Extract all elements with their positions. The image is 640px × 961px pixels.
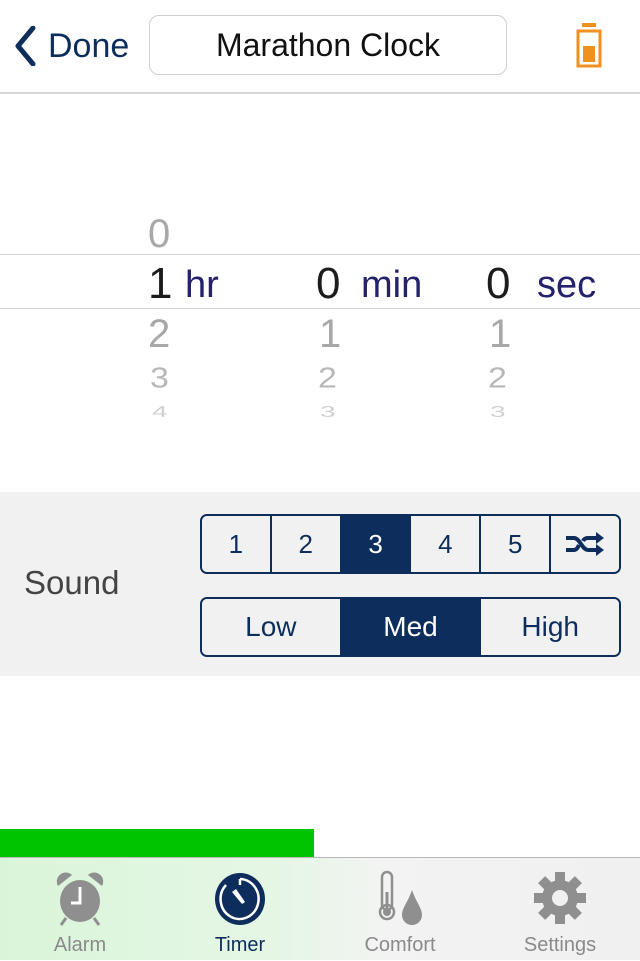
hours-option[interactable]: 0 <box>148 214 170 254</box>
selection-line-bottom <box>0 308 640 309</box>
seconds-selected[interactable]: 0 <box>486 262 510 306</box>
hours-unit: hr <box>185 264 219 306</box>
sound-label: Sound <box>24 564 120 601</box>
tab-alarm[interactable]: Alarm <box>0 858 160 961</box>
volume-selector[interactable]: Low Med High <box>200 597 621 657</box>
timer-icon <box>215 873 265 925</box>
chevron-left-icon <box>15 26 36 66</box>
minutes-option[interactable]: 1 <box>319 314 341 354</box>
tab-settings[interactable]: Settings <box>480 858 640 961</box>
minutes-option[interactable]: 2 <box>318 364 337 393</box>
tone-option-4[interactable]: 4 <box>409 516 480 572</box>
volume-low[interactable]: Low <box>202 599 340 655</box>
minutes-unit: min <box>361 264 423 306</box>
page-title[interactable]: Marathon Clock <box>149 15 507 75</box>
tab-bar: Alarm Timer Comfort Settings <box>0 857 640 960</box>
shuffle-icon <box>566 532 605 556</box>
hours-option[interactable]: 4 <box>152 404 168 419</box>
alarm-clock-icon <box>56 872 104 926</box>
hours-selected[interactable]: 1 <box>148 262 172 306</box>
navigation-bar: Done Marathon Clock <box>0 0 640 94</box>
tone-option-2[interactable]: 2 <box>269 516 340 572</box>
sound-panel: Sound 1 2 3 4 5 Low Med High <box>0 492 640 676</box>
progress-bar <box>0 829 640 857</box>
done-label: Done <box>48 26 130 65</box>
selection-line-top <box>0 254 640 255</box>
shuffle-button[interactable] <box>549 516 619 572</box>
duration-picker[interactable]: 0 1 2 3 4 hr 0 1 2 3 min 0 1 2 3 sec <box>0 200 640 430</box>
tone-option-1[interactable]: 1 <box>202 516 270 572</box>
seconds-unit: sec <box>537 264 597 306</box>
battery-low-icon[interactable] <box>576 22 602 68</box>
seconds-option[interactable]: 3 <box>490 404 506 419</box>
thermometer-drop-icon <box>378 870 422 925</box>
tab-settings-label: Settings <box>523 934 597 956</box>
volume-med[interactable]: Med <box>339 599 480 655</box>
done-button[interactable]: Done <box>14 22 129 70</box>
minutes-selected[interactable]: 0 <box>316 262 340 306</box>
minutes-option[interactable]: 3 <box>320 404 336 419</box>
gear-icon <box>534 872 586 924</box>
hours-option[interactable]: 2 <box>148 314 170 354</box>
tab-alarm-label: Alarm <box>53 934 107 956</box>
seconds-option[interactable]: 1 <box>489 314 511 354</box>
tone-option-5[interactable]: 5 <box>479 516 550 572</box>
tab-comfort[interactable]: Comfort <box>320 858 480 961</box>
progress-fill <box>0 829 314 857</box>
hours-option[interactable]: 3 <box>150 364 169 393</box>
volume-high[interactable]: High <box>479 599 619 655</box>
tab-timer[interactable]: Timer <box>160 858 320 961</box>
tone-selector[interactable]: 1 2 3 4 5 <box>200 514 621 574</box>
seconds-option[interactable]: 2 <box>488 364 507 393</box>
tab-timer-label: Timer <box>214 934 266 956</box>
tone-option-3[interactable]: 3 <box>339 516 410 572</box>
tab-comfort-label: Comfort <box>364 934 436 956</box>
